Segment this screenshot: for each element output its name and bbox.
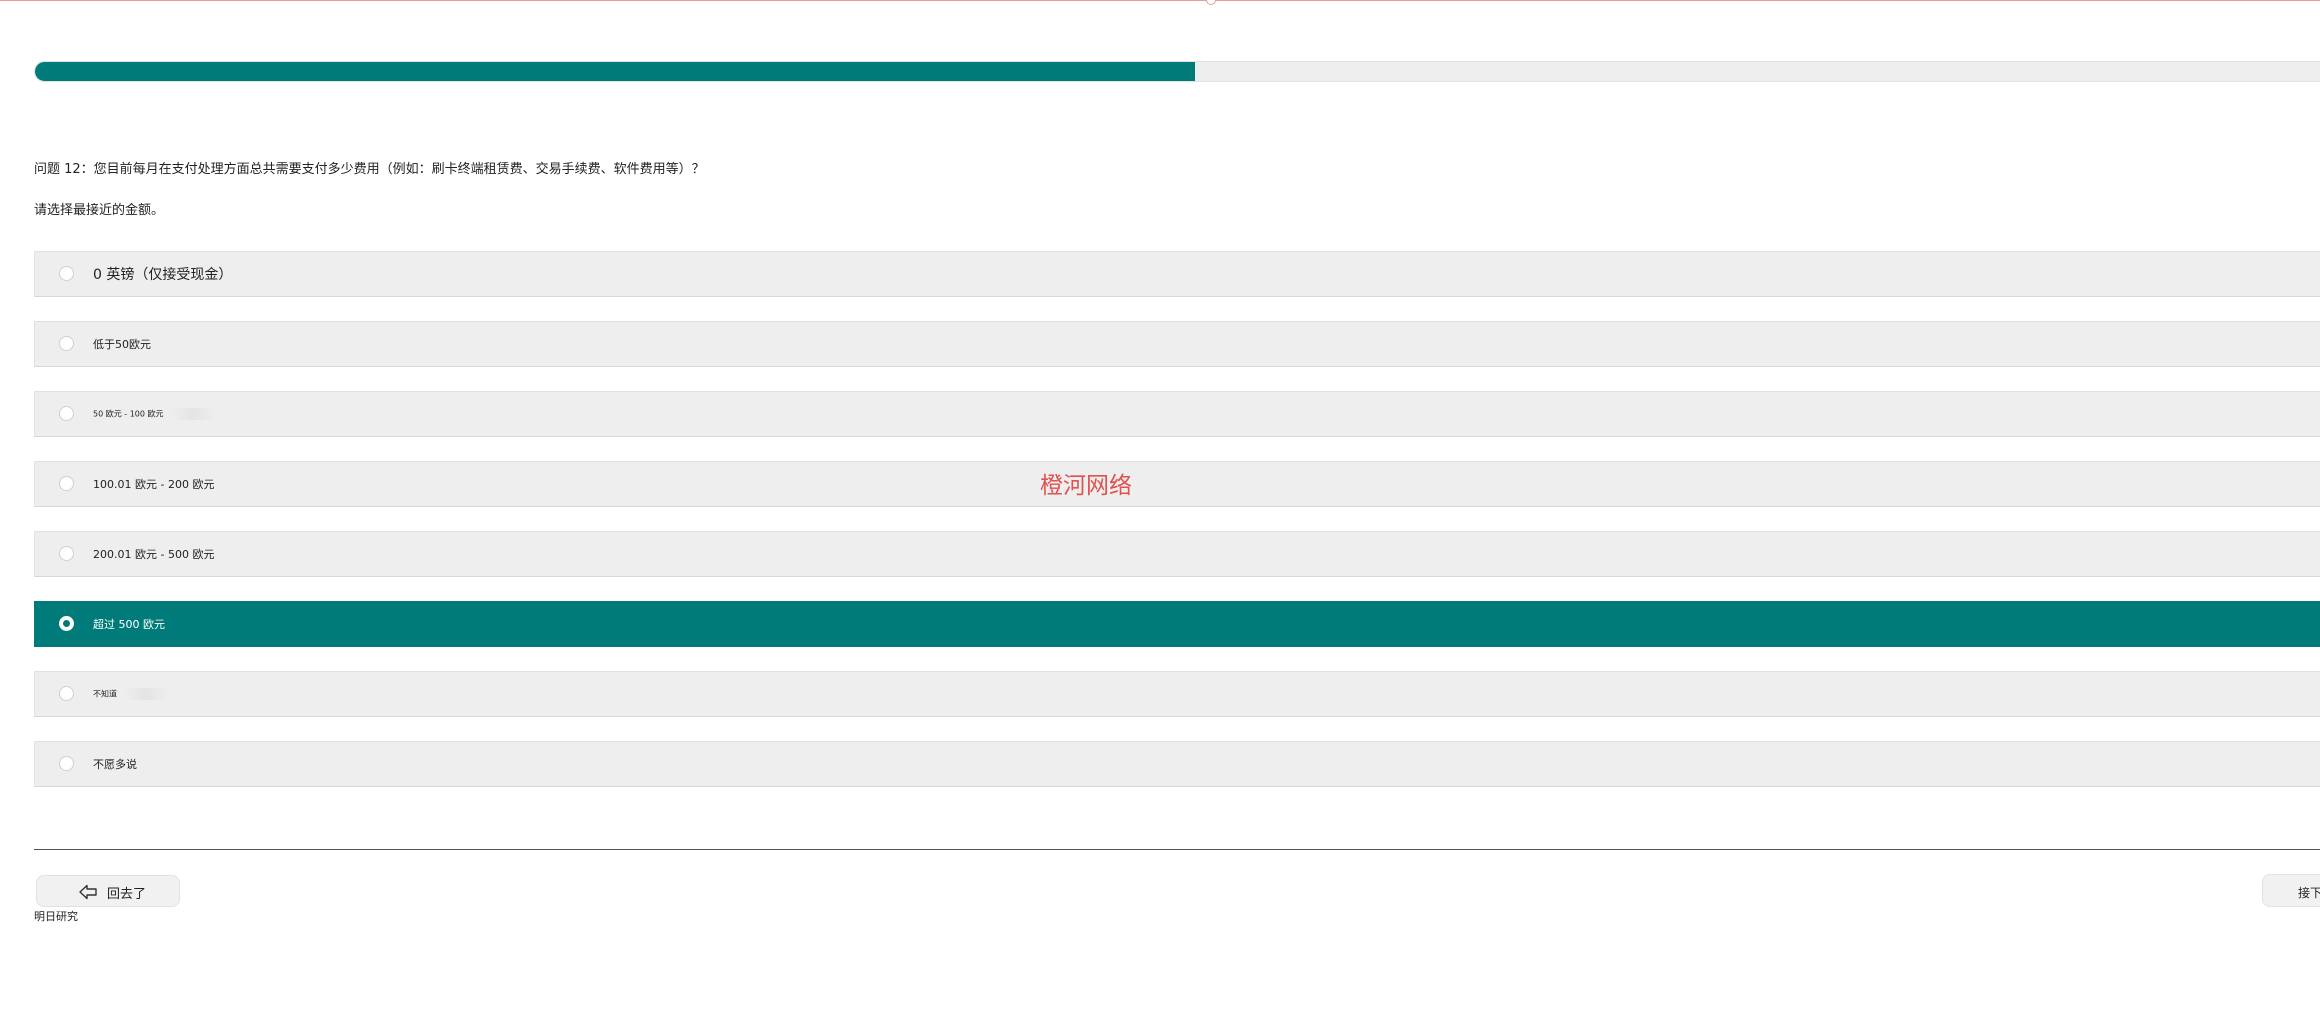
option-200-500-euro[interactable]: 200.01 欧元 - 500 欧元	[34, 531, 2320, 577]
option-50-100-euro[interactable]: 50 欧元 - 100 欧元	[34, 391, 2320, 437]
back-button[interactable]: 回去了	[36, 875, 180, 907]
back-arrow-icon	[79, 884, 97, 900]
option-label-wrap: 不知道	[93, 688, 169, 700]
blur-patch	[123, 688, 169, 700]
option-label: 不愿多说	[93, 758, 137, 771]
option-label-wrap: 50 欧元 - 100 欧元	[93, 408, 216, 420]
next-button[interactable]: 接下	[2262, 874, 2320, 907]
watermark-text: 橙河网络	[1040, 473, 1132, 499]
progress-fill	[35, 62, 1195, 81]
option-label: 100.01 欧元 - 200 欧元	[93, 478, 215, 491]
radio-icon[interactable]	[59, 756, 74, 771]
question-text: 问题 12：您目前每月在支付处理方面总共需要支付多少费用（例如：刷卡终端租赁费、…	[34, 162, 705, 177]
blur-patch	[169, 408, 216, 420]
radio-icon[interactable]	[59, 546, 74, 561]
option-label: 不知道	[93, 689, 117, 699]
radio-icon[interactable]	[59, 686, 74, 701]
option-label: 200.01 欧元 - 500 欧元	[93, 548, 215, 561]
radio-selected-dot	[63, 620, 70, 627]
option-100-200-euro[interactable]: 100.01 欧元 - 200 欧元	[34, 461, 2320, 507]
next-button-label: 接下	[2298, 886, 2320, 900]
option-over-500-euro[interactable]: 超过 500 欧元	[34, 601, 2320, 647]
radio-icon[interactable]	[59, 266, 74, 281]
footer-divider	[34, 849, 2320, 850]
answer-options: 0 英镑（仅接受现金） 低于50欧元 50 欧元 - 100 欧元 100.01…	[34, 251, 2320, 811]
back-button-label: 回去了	[107, 887, 147, 902]
footer-brand: 明日研究	[34, 910, 78, 923]
option-prefer-not-say[interactable]: 不愿多说	[34, 741, 2320, 787]
option-label: 50 欧元 - 100 欧元	[93, 409, 164, 419]
option-label: 超过 500 欧元	[93, 618, 165, 631]
option-0-pounds-cash-only[interactable]: 0 英镑（仅接受现金）	[34, 251, 2320, 297]
top-notch-marker	[1206, 0, 1216, 5]
instruction-text: 请选择最接近的金额。	[34, 203, 165, 218]
radio-icon[interactable]	[59, 336, 74, 351]
option-label: 0 英镑（仅接受现金）	[93, 267, 233, 283]
top-rule	[0, 0, 2320, 1]
progress-bar	[34, 61, 2320, 82]
radio-icon[interactable]	[59, 406, 74, 421]
option-dont-know[interactable]: 不知道	[34, 671, 2320, 717]
option-label: 低于50欧元	[93, 338, 151, 351]
option-under-50-euro[interactable]: 低于50欧元	[34, 321, 2320, 367]
radio-icon[interactable]	[59, 476, 74, 491]
radio-icon[interactable]	[59, 616, 74, 631]
